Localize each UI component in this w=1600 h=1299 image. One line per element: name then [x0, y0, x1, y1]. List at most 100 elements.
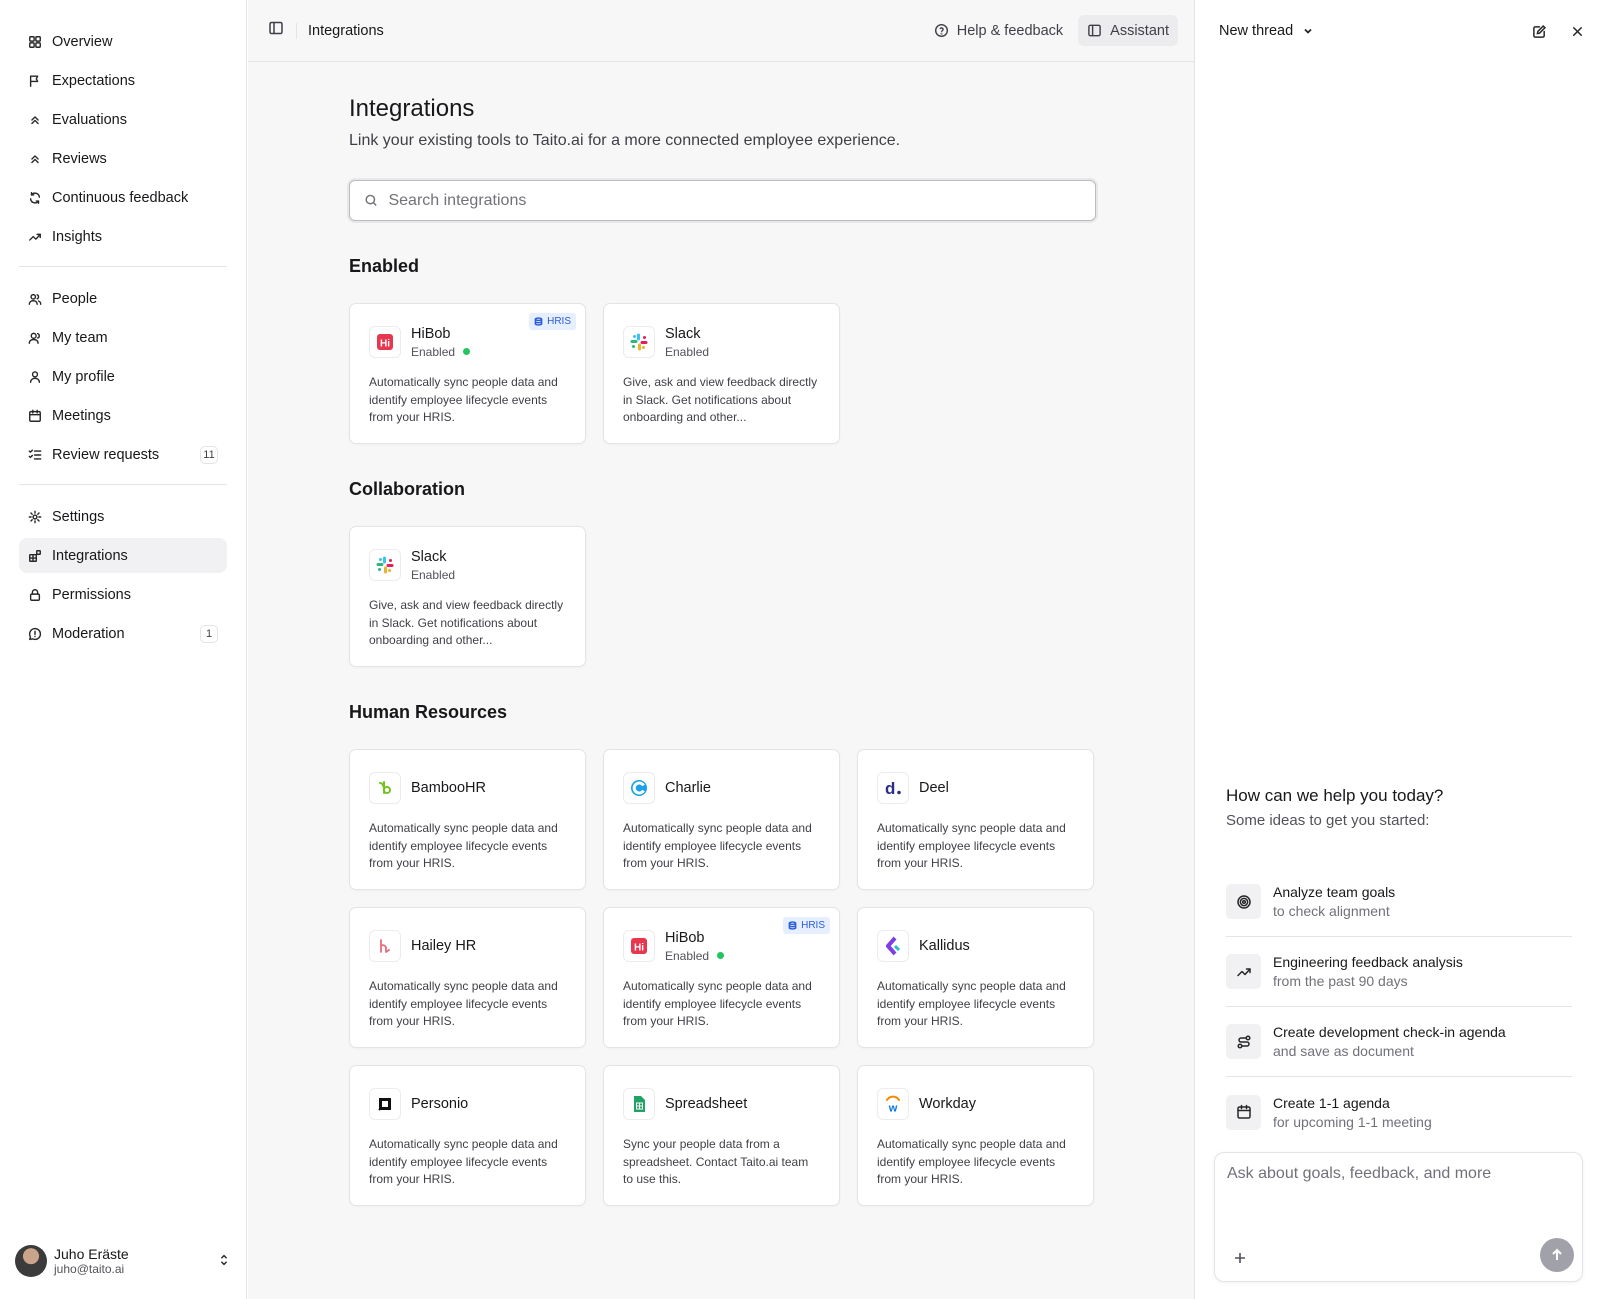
blocks-icon — [29, 549, 41, 562]
sidebar-item-continuous-feedback[interactable]: Continuous feedback — [19, 180, 227, 215]
integration-card-hibob[interactable]: HRIS Hi HiBob Enabled Automatically sync peo… — [603, 907, 840, 1048]
integration-card-kallidus[interactable]: Kallidus Automatically sync people data a… — [857, 907, 1094, 1048]
page-subtitle: Link your existing tools to Taito.ai for… — [349, 132, 901, 149]
integration-card-hibob[interactable]: HRIS Hi HiBob Enabled Automatically sync peo… — [349, 303, 586, 444]
sidebar-item-meetings[interactable]: Meetings — [19, 398, 227, 433]
sidebar-item-label: Overview — [52, 33, 113, 50]
suggestion-item[interactable]: Create 1-1 agenda for upcoming 1-1 meetin… — [1226, 1077, 1572, 1147]
hibob-logo-icon: Hi — [623, 930, 655, 962]
sidebar-item-label: Reviews — [52, 150, 107, 167]
integration-card-slack[interactable]: Slack Enabled Give, ask and view feedback … — [603, 303, 840, 444]
status-label: Enabled — [411, 567, 456, 582]
sidebar-item-settings[interactable]: Settings — [19, 499, 227, 534]
composer — [1214, 1152, 1583, 1282]
integration-card-personio[interactable]: Personio Automatically sync people data a… — [349, 1065, 586, 1206]
sidebar-item-review-requests[interactable]: Review requests 11 — [19, 437, 227, 472]
plus-icon[interactable] — [1233, 1251, 1249, 1267]
route-icon — [1226, 1024, 1261, 1059]
send-button[interactable] — [1540, 1238, 1574, 1272]
sidebar-item-insights[interactable]: Insights — [19, 219, 227, 254]
trending-up-icon — [1236, 967, 1251, 976]
badge-label: HRIS — [547, 316, 571, 327]
gear-icon — [28, 510, 42, 524]
integration-card-workday[interactable]: w Workday Automatically sync people data a… — [857, 1065, 1094, 1206]
integration-card-deel[interactable]: d Deel Automatically sync people data and … — [857, 749, 1094, 890]
integration-card-hailey-hr[interactable]: Hailey HR Automatically sync people data … — [349, 907, 586, 1048]
panel-icon — [1088, 24, 1101, 37]
content: Integrations Link your existing tools to… — [349, 95, 1096, 1206]
calendar-icon — [1236, 1104, 1251, 1119]
suggestion-title: Create 1-1 agenda — [1273, 1094, 1390, 1111]
nav-secondary: People My team My profile Meetings Review re… — [0, 281, 246, 472]
integration-name: Slack — [665, 325, 701, 342]
suggestion-item[interactable]: Create development check-in agenda and sa… — [1226, 1007, 1572, 1077]
suggestion-item[interactable]: Analyze team goals to check alignment — [1226, 867, 1572, 937]
thread-selector[interactable]: New thread — [1219, 23, 1510, 39]
section-title: Collaboration — [349, 479, 465, 499]
list-check-icon — [28, 448, 42, 460]
integration-name: HiBob — [411, 325, 451, 342]
integration-description: Automatically sync people data and ident… — [369, 979, 558, 1028]
integration-sections: Enabled HRIS Hi HiBob Enabled Automatically s… — [349, 256, 1096, 1206]
sidebar-item-expectations[interactable]: Expectations — [19, 63, 227, 98]
assistant-button[interactable]: Assistant — [1078, 15, 1178, 46]
integration-name: HiBob — [665, 929, 705, 946]
sidebar-item-my-profile[interactable]: My profile — [19, 359, 227, 394]
integration-card-bamboohr[interactable]: BambooHR Automatically sync people data a… — [349, 749, 586, 890]
sidebar-item-people[interactable]: People — [19, 281, 227, 316]
suggestion-subtitle: to check alignment — [1273, 903, 1390, 919]
help-subtitle: Some ideas to get you started: — [1226, 812, 1430, 829]
nav-tertiary: Settings Integrations Permissions Moderatio… — [0, 499, 246, 651]
suggestion-list: Analyze team goals to check alignment Engi… — [1226, 867, 1572, 1147]
sidebar-item-my-team[interactable]: My team — [19, 320, 227, 355]
breadcrumb-separator — [296, 22, 297, 39]
help-feedback-button[interactable]: Help & feedback — [925, 15, 1072, 46]
topbar: Integrations Help & feedback Assistant — [248, 0, 1194, 62]
message-alert-icon — [28, 627, 42, 641]
thread-label: New thread — [1219, 23, 1294, 39]
badge-label: HRIS — [801, 920, 825, 931]
user-menu[interactable]: Juho Eräste juho@taito.ai — [15, 1245, 233, 1277]
integration-description: Automatically sync people data and ident… — [369, 375, 558, 424]
hris-badge: HRIS — [529, 313, 576, 330]
hailey-logo-icon — [369, 930, 401, 962]
integration-card-charlie[interactable]: Charlie Automatically sync people data an… — [603, 749, 840, 890]
integration-card-slack[interactable]: Slack Enabled Give, ask and view feedback … — [349, 526, 586, 667]
sidebar-item-label: My profile — [52, 368, 115, 385]
slack-logo-icon — [369, 549, 401, 581]
integration-description: Automatically sync people data and ident… — [877, 979, 1066, 1028]
user-icon — [28, 370, 42, 384]
sidebar-item-overview[interactable]: Overview — [19, 24, 227, 59]
suggestion-subtitle: and save as document — [1273, 1043, 1414, 1059]
status-label: Enabled — [665, 344, 710, 359]
sidebar-item-moderation[interactable]: Moderation 1 — [19, 616, 227, 651]
sidebar-toggle-icon[interactable] — [268, 20, 284, 41]
calendar-icon — [1226, 1094, 1261, 1130]
sidebar-item-integrations[interactable]: Integrations — [19, 538, 227, 573]
hris-badge: HRIS — [783, 917, 830, 934]
calendar-icon — [28, 409, 42, 423]
target-icon — [1226, 884, 1261, 919]
user-name: Juho Eräste — [54, 1246, 129, 1262]
calendar-icon — [29, 409, 41, 422]
search-input[interactable] — [388, 191, 1081, 210]
integration-name: Slack — [411, 548, 447, 565]
sidebar-item-label: Expectations — [52, 72, 136, 89]
sidebar-item-label: Review requests — [52, 446, 160, 463]
integration-description: Automatically sync people data and ident… — [623, 979, 812, 1028]
grid-icon — [28, 35, 42, 49]
edit-icon[interactable] — [1530, 22, 1548, 40]
sidebar-item-reviews[interactable]: Reviews — [19, 141, 227, 176]
main-area: Integrations Help & feedback Assistant I… — [248, 0, 1195, 1299]
suggestion-title: Create development check-in agenda — [1273, 1024, 1506, 1040]
integration-status: Enabled — [665, 949, 725, 963]
integration-name: Charlie — [665, 780, 711, 796]
sidebar-item-permissions[interactable]: Permissions — [19, 577, 227, 612]
search-icon — [365, 194, 377, 206]
chevrons-up-icon — [28, 113, 42, 127]
close-icon[interactable] — [1568, 22, 1586, 40]
sidebar-item-evaluations[interactable]: Evaluations — [19, 102, 227, 137]
integration-card-spreadsheet[interactable]: Spreadsheet Sync your people data from a … — [603, 1065, 840, 1206]
suggestion-item[interactable]: Engineering feedback analysis from the pa… — [1226, 937, 1572, 1007]
composer-input[interactable] — [1227, 1165, 1570, 1225]
